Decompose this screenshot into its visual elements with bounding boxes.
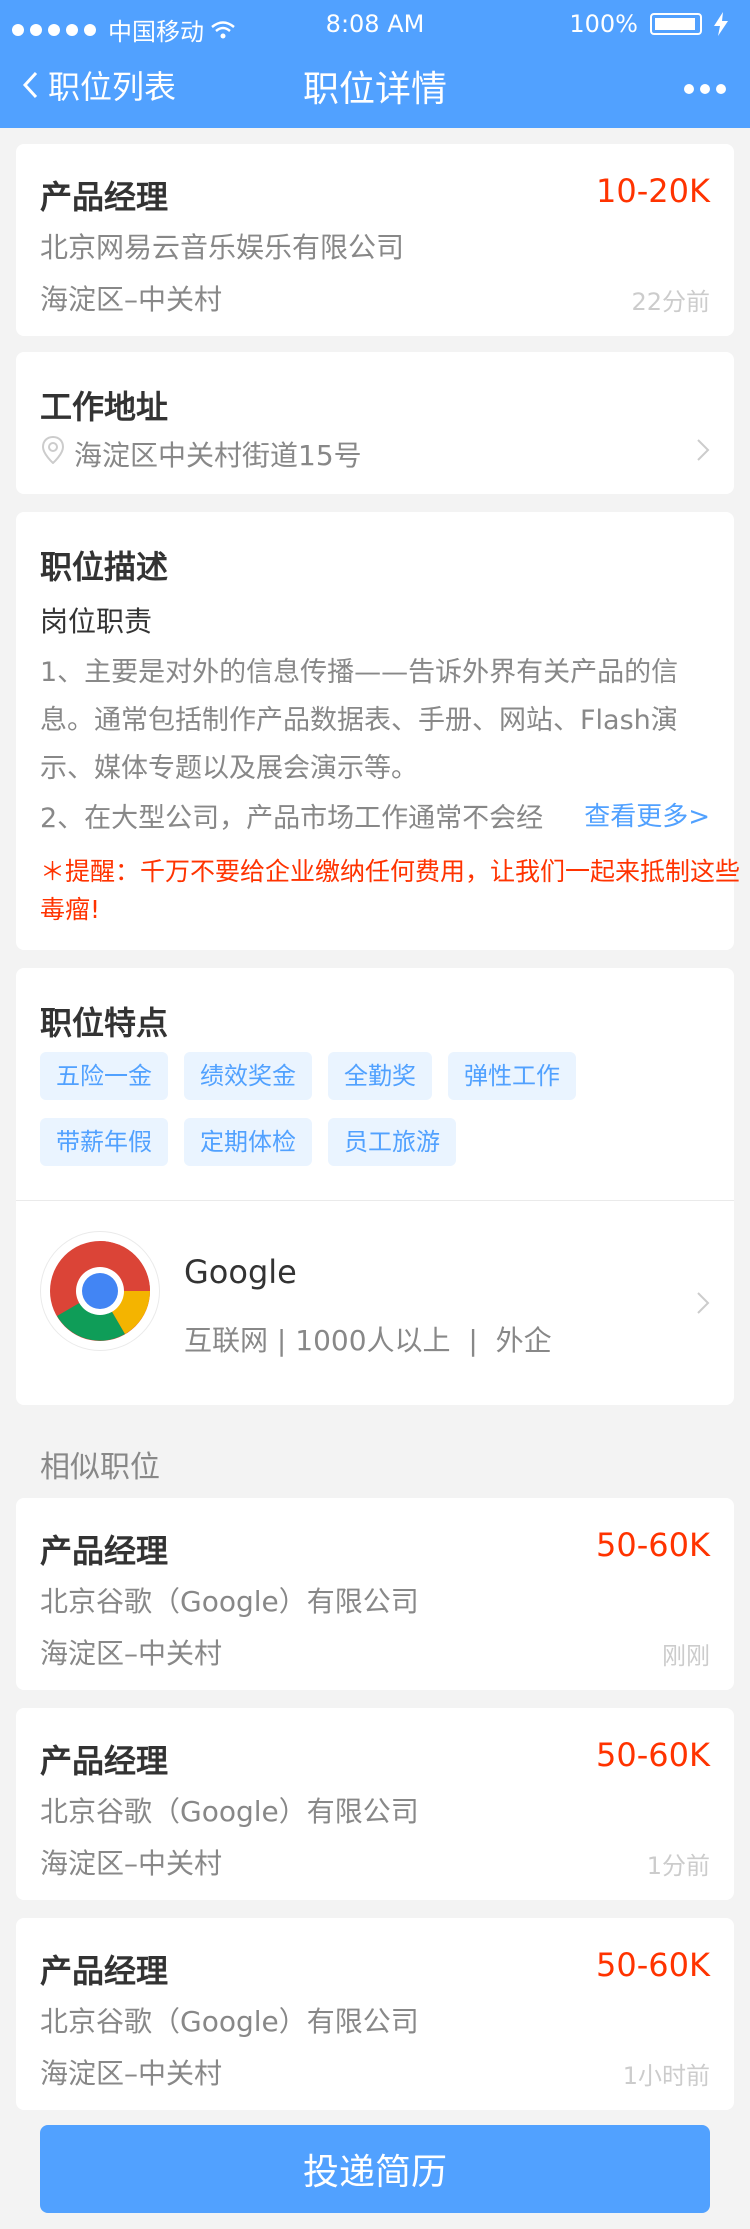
posted-time: 刚刚 bbox=[662, 1642, 710, 1670]
job-salary: 50-60K bbox=[596, 1736, 710, 1774]
feature-tag: 带薪年假 bbox=[40, 1118, 168, 1166]
job-description-card: 职位描述 岗位职责 1、主要是对外的信息传播——告诉外界有关产品的信 息。通常包… bbox=[16, 512, 740, 950]
job-location: 海淀区–中关村 bbox=[40, 283, 223, 316]
battery-icon bbox=[650, 13, 702, 35]
job-summary-card: 产品经理 10-20K 北京网易云音乐娱乐有限公司 海淀区–中关村 22分前 bbox=[16, 144, 734, 336]
job-title: 产品经理 bbox=[40, 1742, 169, 1780]
job-location: 海淀区–中关村 bbox=[40, 1637, 223, 1670]
job-salary: 50-60K bbox=[596, 1526, 710, 1564]
features-section-title: 职位特点 bbox=[40, 1004, 169, 1042]
chevron-right-icon bbox=[697, 439, 710, 461]
description-line-3: 示、媒体专题以及展会演示等。 bbox=[40, 753, 418, 784]
chrome-logo-icon bbox=[50, 1241, 150, 1341]
meta-separator: | bbox=[459, 1324, 496, 1357]
job-title: 产品经理 bbox=[40, 1532, 169, 1570]
company-name: 北京谷歌（Google）有限公司 bbox=[40, 2005, 419, 2038]
feature-tags: 五险一金 绩效奖金 全勤奖 弹性工作带薪年假 定期体检 员工旅游 bbox=[40, 1052, 720, 1184]
job-salary: 50-60K bbox=[596, 1946, 710, 1984]
posted-time: 22分前 bbox=[631, 288, 710, 316]
similar-section-title: 相似职位 bbox=[40, 1450, 160, 1485]
description-line-4: 2、在大型公司，产品市场工作通常不会经 bbox=[40, 803, 544, 834]
feature-tag: 弹性工作 bbox=[448, 1052, 576, 1100]
feature-tag: 五险一金 bbox=[40, 1052, 168, 1100]
warning-line-2: 毒瘤! bbox=[40, 895, 101, 924]
page-title: 职位详情 bbox=[302, 69, 447, 110]
meta-separator: | bbox=[276, 1324, 296, 1357]
more-icon[interactable] bbox=[684, 84, 726, 94]
posted-time: 1分前 bbox=[646, 1852, 710, 1880]
job-title: 产品经理 bbox=[40, 178, 169, 216]
work-address-card[interactable]: 工作地址 海淀区中关村街道15号 bbox=[16, 352, 734, 494]
posted-time: 1小时前 bbox=[622, 2062, 710, 2090]
battery-percent: 100% bbox=[569, 10, 638, 38]
company-name: 北京网易云音乐娱乐有限公司 bbox=[40, 231, 405, 264]
company-type: 外企 bbox=[495, 1324, 552, 1357]
status-bar: 中国移动 8:08 AM 100% bbox=[0, 0, 750, 48]
job-features-card: 职位特点 五险一金 绩效奖金 全勤奖 弹性工作带薪年假 定期体检 员工旅游 bbox=[16, 968, 734, 1200]
chevron-right-icon bbox=[697, 1292, 710, 1314]
job-title: 产品经理 bbox=[40, 1952, 169, 1990]
job-salary: 10-20K bbox=[596, 172, 710, 210]
address-text: 海淀区中关村街道15号 bbox=[74, 439, 362, 472]
feature-tag: 全勤奖 bbox=[328, 1052, 432, 1100]
job-location: 海淀区–中关村 bbox=[40, 1847, 223, 1880]
company-meta: 互联网 | 1000人以上 | 外企 bbox=[184, 1319, 552, 1359]
charging-icon bbox=[714, 12, 728, 36]
feature-tag: 绩效奖金 bbox=[184, 1052, 312, 1100]
feature-tag: 员工旅游 bbox=[328, 1118, 456, 1166]
description-line-2: 息。通常包括制作产品数据表、手册、网站、Flash演 bbox=[40, 705, 678, 736]
description-line-1: 1、主要是对外的信息传播——告诉外界有关产品的信 bbox=[40, 657, 679, 688]
similar-job-card[interactable]: 产品经理 50-60K 北京谷歌（Google）有限公司 海淀区–中关村 1小时… bbox=[16, 1918, 734, 2110]
similar-job-card[interactable]: 产品经理 50-60K 北京谷歌（Google）有限公司 海淀区–中关村 刚刚 bbox=[16, 1498, 734, 1690]
job-location: 海淀区–中关村 bbox=[40, 2057, 223, 2090]
description-subtitle: 岗位职责 bbox=[40, 605, 153, 638]
company-logo bbox=[40, 1231, 160, 1351]
address-section-title: 工作地址 bbox=[40, 388, 169, 426]
apply-resume-button[interactable]: 投递简历 bbox=[40, 2125, 710, 2213]
company-name: 北京谷歌（Google）有限公司 bbox=[40, 1585, 419, 1618]
feature-tag: 定期体检 bbox=[184, 1118, 312, 1166]
company-name: 北京谷歌（Google）有限公司 bbox=[40, 1795, 419, 1828]
location-pin-icon bbox=[42, 436, 64, 464]
company-card-name: Google bbox=[184, 1253, 297, 1291]
company-card[interactable]: Google 互联网 | 1000人以上 | 外企 bbox=[16, 1201, 734, 1405]
nav-bar: 职位列表 职位详情 bbox=[0, 48, 750, 128]
description-section-title: 职位描述 bbox=[40, 548, 169, 586]
company-industry: 互联网 bbox=[184, 1324, 269, 1357]
company-size: 1000人以上 bbox=[295, 1324, 451, 1357]
warning-line-1: ＊提醒：千万不要给企业缴纳任何费用，让我们一起来抵制这些 bbox=[40, 857, 741, 886]
similar-job-card[interactable]: 产品经理 50-60K 北京谷歌（Google）有限公司 海淀区–中关村 1分前 bbox=[16, 1708, 734, 1900]
see-more-link[interactable]: 查看更多> bbox=[584, 796, 710, 833]
battery-indicator: 100% bbox=[569, 10, 728, 38]
